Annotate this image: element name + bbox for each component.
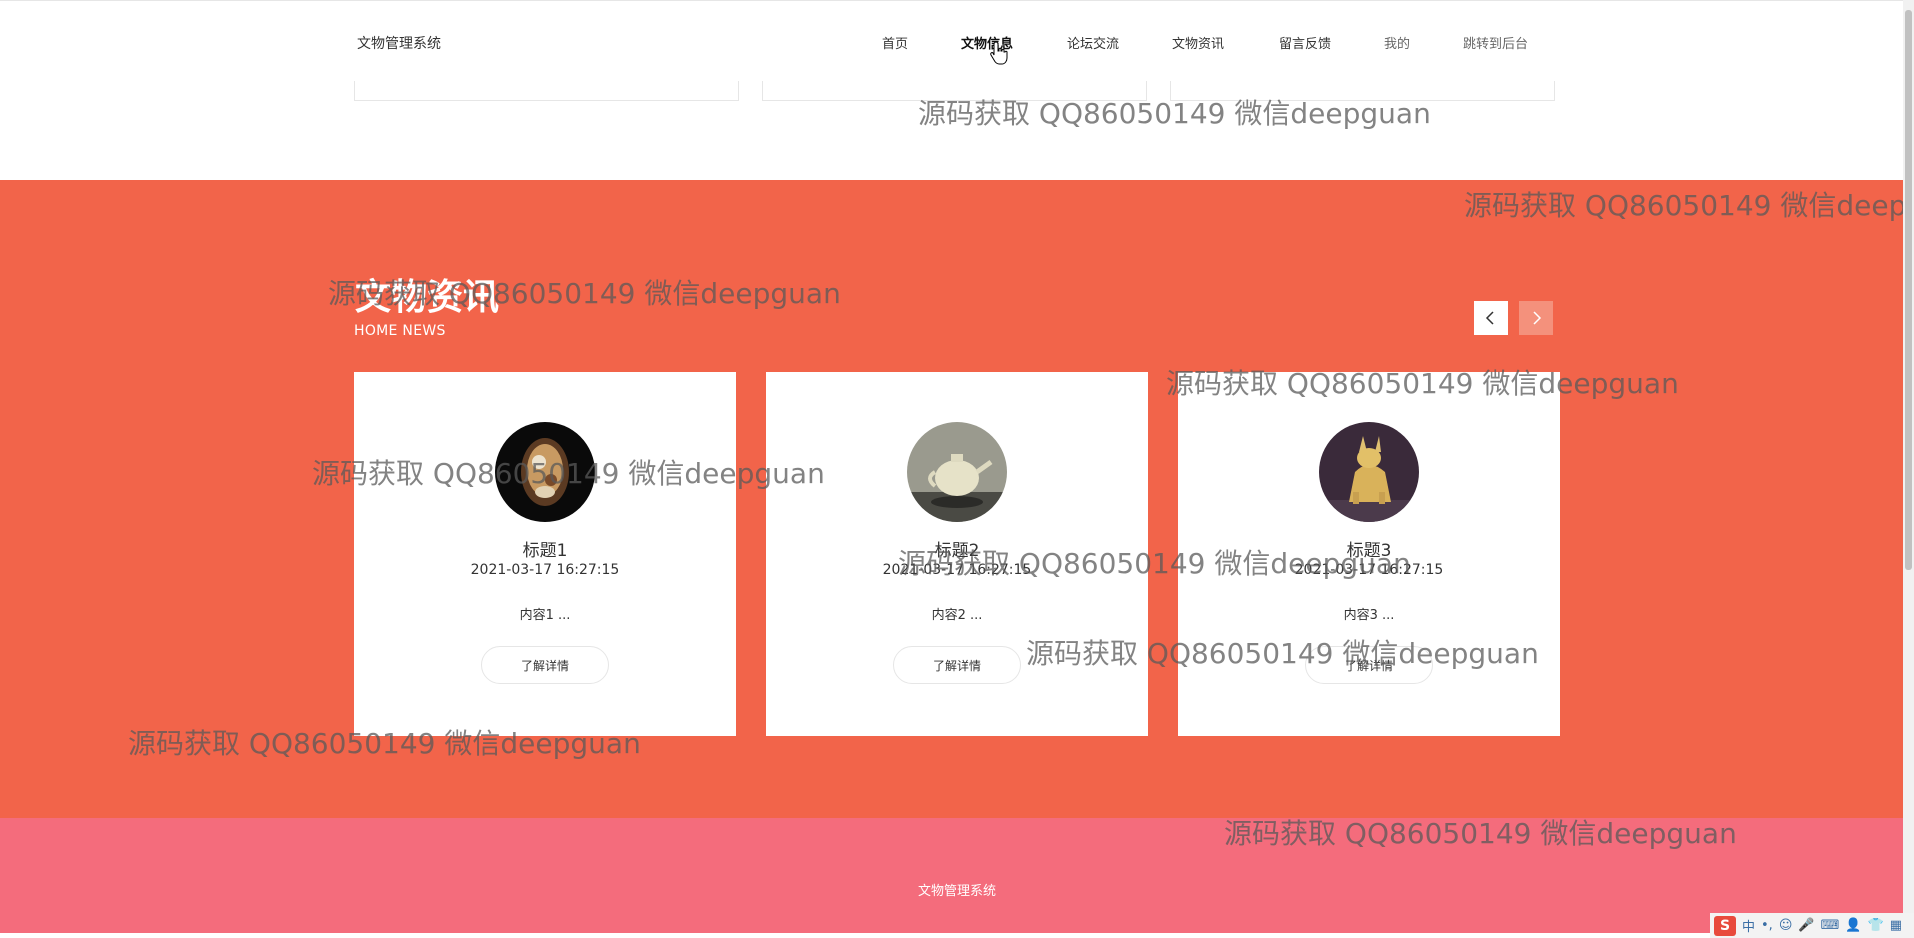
ime-toolbar[interactable]: S 中 •, ☺ 🎤 ⌨ 👤 👕 ▦ (1710, 913, 1914, 938)
news-card-details-button[interactable]: 了解详情 (893, 646, 1021, 684)
carousel-prev-button[interactable] (1474, 301, 1508, 335)
user-icon[interactable]: 👤 (1845, 918, 1861, 933)
scrollbar-thumb[interactable] (1905, 10, 1912, 570)
keyboard-icon[interactable]: ⌨ (1821, 918, 1840, 933)
carousel-next-button[interactable] (1519, 301, 1553, 335)
news-card-date: 2021-03-17 16:27:15 (470, 562, 620, 578)
news-card-content: 内容1 ... (519, 608, 571, 623)
news-thumbnail[interactable] (1319, 422, 1419, 522)
grid-icon[interactable]: ▦ (1890, 918, 1902, 933)
hand-cursor-icon (990, 41, 1008, 65)
page: 文物管理系统 首页 文物信息 论坛交流 文物资讯 留言反馈 我的 跳转到后台 文… (0, 0, 1914, 938)
page-scrollbar[interactable] (1903, 0, 1914, 938)
microphone-icon[interactable]: 🎤 (1798, 918, 1814, 933)
news-thumbnail[interactable] (907, 422, 1007, 522)
sogou-logo-icon[interactable]: S (1714, 915, 1736, 936)
punctuation-icon[interactable]: •, (1761, 918, 1773, 933)
news-card-content: 内容2 ... (931, 608, 983, 623)
news-card-date: 2021-03-17 16:27:15 (1294, 562, 1444, 578)
news-card-title[interactable]: 标题2 (766, 536, 1148, 561)
skin-icon[interactable]: 👕 (1868, 918, 1884, 933)
top-navbar: 文物管理系统 首页 文物信息 论坛交流 文物资讯 留言反馈 我的 跳转到后台 (0, 0, 1914, 81)
news-card[interactable]: 标题3 2021-03-17 16:27:15 内容3 ... 了解详情 (1178, 372, 1560, 736)
news-card[interactable]: 标题2 2021-03-17 16:27:15 内容2 ... 了解详情 (766, 372, 1148, 736)
news-card[interactable]: 标题1 2021-03-17 16:27:15 内容1 ... 了解详情 (354, 372, 736, 736)
news-card-details-button[interactable]: 了解详情 (481, 646, 609, 684)
nav-item-feedback[interactable]: 留言反馈 (1279, 33, 1331, 52)
emoji-icon[interactable]: ☺ (1779, 918, 1793, 933)
news-section-subtitle: HOME NEWS (354, 323, 446, 339)
nav-item-mine[interactable]: 我的 (1384, 33, 1410, 52)
news-card-date: 2021-03-17 16:27:15 (882, 562, 1032, 578)
nav-item-home[interactable]: 首页 (882, 33, 908, 52)
ime-mode-toggle[interactable]: 中 (1742, 916, 1755, 935)
news-card-details-button[interactable]: 了解详情 (1305, 646, 1433, 684)
site-brand[interactable]: 文物管理系统 (357, 33, 441, 53)
news-card-content: 内容3 ... (1343, 608, 1395, 623)
chevron-right-icon (1533, 311, 1542, 325)
footer-text: 文物管理系统 (917, 884, 996, 899)
news-section-title: 文物资讯 (355, 277, 500, 318)
news-thumbnail[interactable] (495, 422, 595, 522)
news-card-title[interactable]: 标题3 (1178, 536, 1560, 561)
news-card-title[interactable]: 标题1 (354, 536, 736, 561)
nav-item-forum[interactable]: 论坛交流 (1067, 33, 1119, 52)
footer (0, 818, 1914, 933)
chevron-left-icon (1485, 311, 1494, 325)
nav-item-admin[interactable]: 跳转到后台 (1463, 33, 1528, 52)
nav-item-relic-news[interactable]: 文物资讯 (1172, 33, 1224, 52)
